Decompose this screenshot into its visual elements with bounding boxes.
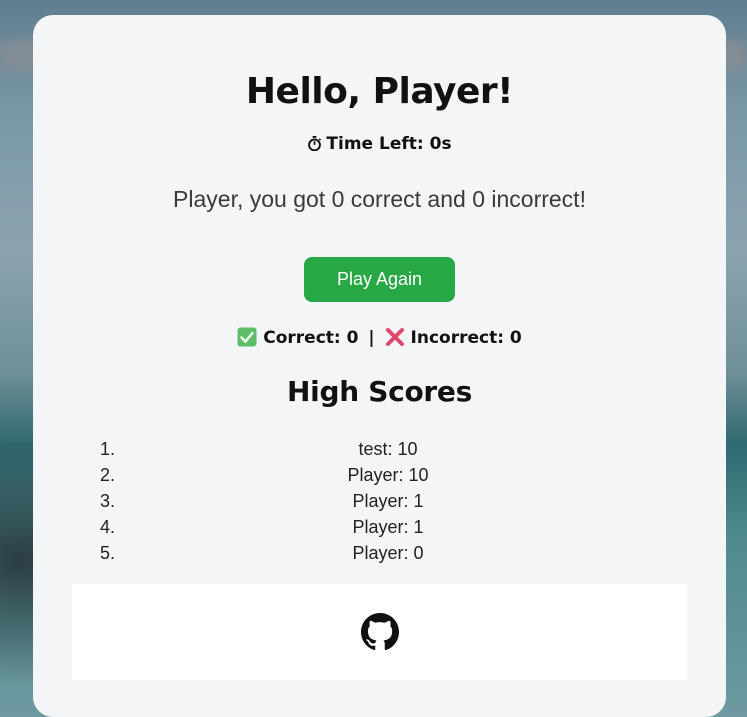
score-entry: Player: 10 bbox=[347, 465, 429, 485]
footer bbox=[72, 584, 687, 680]
rank-number: 2. bbox=[100, 465, 116, 485]
rank-number: 5. bbox=[100, 543, 116, 563]
timer-label: Time Left: 0s bbox=[326, 134, 452, 154]
list-item: 4. Player: 1 bbox=[100, 514, 660, 540]
cross-icon bbox=[385, 328, 404, 346]
result-message: Player, you got 0 correct and 0 incorrec… bbox=[173, 186, 586, 212]
score-entry: test: 10 bbox=[358, 439, 418, 459]
list-item: 1. test: 10 bbox=[100, 436, 660, 462]
high-scores-list: 1. test: 10 2. Player: 10 3. Player: 1 4… bbox=[100, 436, 660, 566]
score-tally: Correct: 0 | Incorrect: 0 bbox=[33, 327, 726, 348]
incorrect-count: Incorrect: 0 bbox=[410, 328, 522, 348]
rank-number: 3. bbox=[100, 491, 116, 511]
list-item: 2. Player: 10 bbox=[100, 462, 660, 488]
play-again-button[interactable]: Play Again bbox=[304, 257, 455, 302]
check-icon bbox=[237, 327, 257, 347]
timer: Time Left: 0s bbox=[33, 134, 726, 154]
score-entry: Player: 0 bbox=[352, 543, 424, 563]
list-item: 3. Player: 1 bbox=[100, 488, 660, 514]
correct-count: Correct: 0 bbox=[263, 328, 359, 348]
page-title: Hello, Player! bbox=[245, 71, 514, 112]
rank-number: 1. bbox=[100, 439, 116, 459]
game-card: Hello, Player! Time Left: 0s Player, you… bbox=[33, 15, 726, 717]
github-icon[interactable] bbox=[361, 613, 399, 651]
rank-number: 4. bbox=[100, 517, 116, 537]
score-entry: Player: 1 bbox=[352, 517, 424, 537]
score-entry: Player: 1 bbox=[352, 491, 424, 511]
tally-separator: | bbox=[368, 328, 375, 348]
high-scores-title: High Scores bbox=[287, 375, 472, 408]
stopwatch-icon bbox=[308, 136, 322, 151]
list-item: 5. Player: 0 bbox=[100, 540, 660, 566]
